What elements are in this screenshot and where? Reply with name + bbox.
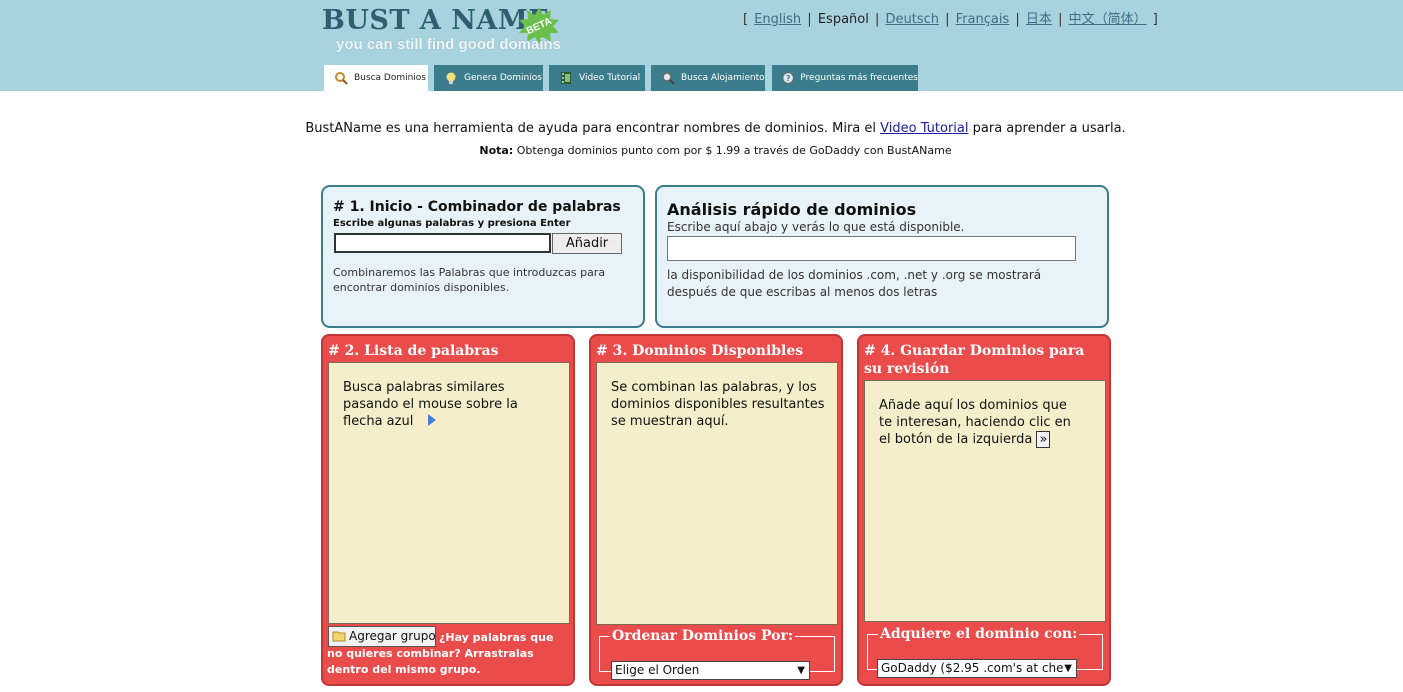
order-fieldset: Ordenar Dominios Por: Elige el Orden ▼ (599, 628, 835, 680)
promo-note: Nota: Obtenga dominios punto com por $ 1… (0, 144, 1403, 157)
tab-label: Busca Alojamiento (681, 73, 765, 83)
quick-title: Análisis rápido de dominios (667, 200, 917, 219)
chevron-down-icon: ▼ (797, 665, 805, 676)
quick-subtitle: Escribe aquí abajo y verás lo que está d… (667, 220, 965, 234)
step4-save-domains-panel: # 4. Guardar Dominios para su revisión A… (857, 334, 1111, 686)
lang-deutsch[interactable]: Deutsch (886, 12, 940, 27)
logo-title: BUST A NAME (322, 5, 550, 36)
step3-title: # 3. Dominios Disponibles (596, 343, 804, 359)
quick-domain-check-panel: Análisis rápido de dominios Escribe aquí… (655, 185, 1109, 328)
step2-title: # 2. Lista de palabras (328, 343, 499, 359)
tab-preguntas-frecuentes[interactable]: ? Preguntas más frecuentes (772, 65, 918, 91)
help-icon: ? (782, 72, 794, 84)
tab-busca-dominios[interactable]: Busca Dominios (324, 65, 428, 91)
note-text: Obtenga dominios punto com por $ 1.99 a … (513, 144, 952, 157)
video-tutorial-link[interactable]: Video Tutorial (880, 121, 968, 136)
lang-chinese[interactable]: 中文（简体） (1069, 12, 1147, 27)
acquire-fieldset: Adquiere el dominio con: GoDaddy ($2.95 … (867, 626, 1103, 678)
film-icon (561, 72, 571, 84)
lang-english[interactable]: English (754, 12, 801, 27)
step4-body: Añade aquí los dominios que te interesan… (879, 398, 1071, 448)
logo-tagline: you can still find good domains (336, 36, 562, 53)
step1-subtitle: Escribe algunas palabras y presiona Ente… (333, 218, 571, 229)
tab-label: Video Tutorial (579, 73, 641, 83)
step4-title: # 4. Guardar Dominios para su revisión (864, 343, 1085, 377)
note-label: Nota: (479, 144, 514, 157)
lang-francais[interactable]: Français (956, 12, 1010, 27)
lang-japanese[interactable]: 日本 (1026, 12, 1052, 27)
intro-text: BustAName es una herramienta de ayuda pa… (305, 121, 1126, 136)
tab-label: Genera Dominios (464, 73, 542, 83)
step3-available-domains-panel: # 3. Dominios Disponibles Se combinan la… (589, 334, 843, 686)
search-icon (662, 72, 675, 85)
step1-description: Combinaremos las Palabras que introduzca… (333, 266, 606, 294)
svg-text:?: ? (786, 74, 791, 83)
order-select[interactable]: Elige el Orden ▼ (611, 661, 810, 680)
word-input[interactable] (334, 233, 551, 253)
available-domains-area: Se combinan las palabras, y los dominios… (596, 362, 838, 625)
step2-body: Busca palabras similares pasando el mous… (343, 380, 518, 429)
step2-word-list-panel: # 2. Lista de palabras Busca palabras si… (321, 334, 575, 686)
move-button[interactable]: » (1036, 431, 1051, 448)
step3-body: Se combinan las palabras, y los dominios… (611, 380, 825, 429)
blue-arrow-icon[interactable] (427, 413, 437, 427)
lightbulb-icon (446, 72, 456, 84)
chevron-down-icon: ▼ (1064, 663, 1072, 674)
tab-video-tutorial[interactable]: Video Tutorial (549, 65, 645, 91)
add-word-button[interactable]: Añadir (552, 233, 622, 254)
quick-description: la disponibilidad de los dominios .com, … (667, 268, 1042, 299)
add-group-label: Agregar grupo (349, 629, 436, 643)
site-header: BUST A NAME BETA you can still find good… (0, 0, 1403, 91)
quick-domain-input[interactable] (667, 236, 1076, 261)
saved-domains-area[interactable]: Añade aquí los dominios que te interesan… (864, 380, 1106, 622)
order-legend: Ordenar Dominios Por: (612, 628, 794, 644)
add-group-button[interactable]: Agregar grupo (328, 626, 436, 647)
tab-genera-dominios[interactable]: Genera Dominios (434, 65, 543, 91)
folder-icon (332, 631, 346, 642)
tab-busca-alojamiento[interactable]: Busca Alojamiento (651, 65, 765, 91)
tab-label: Busca Dominios (354, 73, 426, 83)
step1-title: # 1. Inicio - Combinador de palabras (333, 199, 621, 215)
search-icon (335, 72, 348, 85)
logo[interactable]: BUST A NAME BETA you can still find good… (322, 6, 562, 56)
acquire-legend: Adquiere el dominio con: (880, 626, 1078, 642)
language-selector: [ English | Español | Deutsch | Français… (743, 12, 1158, 27)
lang-espanol: Español (817, 12, 869, 27)
step1-word-combiner-panel: # 1. Inicio - Combinador de palabras Esc… (321, 185, 645, 328)
word-list-area[interactable]: Busca palabras similares pasando el mous… (328, 362, 570, 624)
tab-label: Preguntas más frecuentes (800, 73, 918, 83)
registrar-select[interactable]: GoDaddy ($2.95 .com's at che ▼ (877, 659, 1077, 678)
